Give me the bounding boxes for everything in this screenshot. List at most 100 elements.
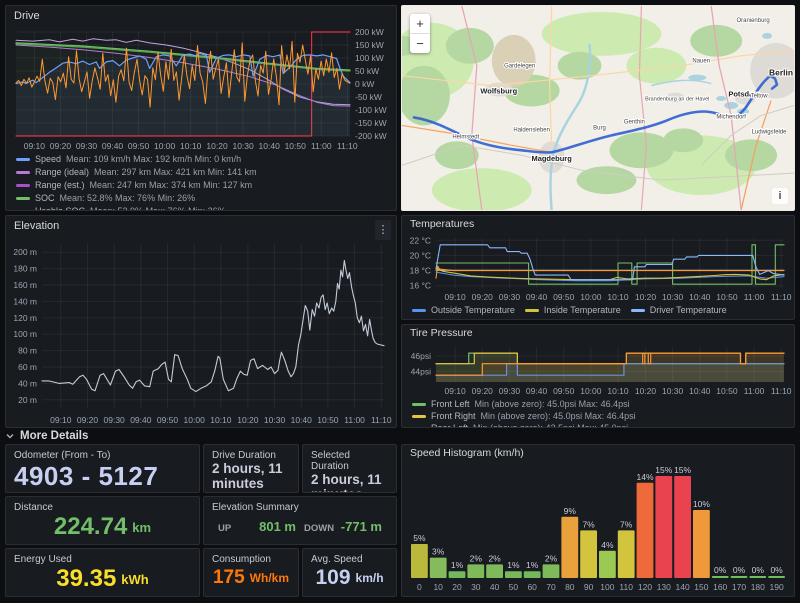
svg-text:09:30: 09:30 bbox=[499, 292, 521, 302]
legend-item-driver-temperature[interactable]: Driver Temperature bbox=[631, 305, 727, 315]
map-zoom-controls: + − bbox=[410, 14, 430, 53]
svg-text:2%: 2% bbox=[488, 553, 501, 563]
svg-text:60: 60 bbox=[527, 582, 537, 592]
svg-text:10:00: 10:00 bbox=[580, 292, 602, 302]
svg-text:15%: 15% bbox=[655, 465, 672, 475]
svg-text:180 m: 180 m bbox=[13, 264, 37, 274]
drive-duration-value: 2 hours, 11 minutes bbox=[212, 461, 290, 491]
city-label-haldensleben: Haldensleben bbox=[513, 127, 550, 133]
svg-text:140: 140 bbox=[676, 582, 690, 592]
series-color-swatch bbox=[412, 309, 426, 312]
legend-item-soc[interactable]: SOCMean: 52.8% Max: 76% Min: 26% bbox=[16, 193, 195, 203]
series-stats: Mean: 53.9% Max: 76% Min: 26% bbox=[90, 206, 226, 211]
series-name: Climate bbox=[556, 318, 587, 320]
dashboard: Drive 09:1009:2009:3009:4009:5010:0010:1… bbox=[0, 0, 800, 603]
svg-text:18 °C: 18 °C bbox=[410, 266, 431, 276]
legend-item-passenger-temperature[interactable]: Passenger Temperature bbox=[412, 318, 527, 320]
legend-item-range-ideal[interactable]: Range (ideal)Mean: 297 km Max: 421 km Mi… bbox=[16, 167, 257, 177]
svg-text:10:20: 10:20 bbox=[237, 415, 259, 425]
legend-item-inside-temperature[interactable]: Inside Temperature bbox=[525, 305, 621, 315]
svg-text:09:20: 09:20 bbox=[77, 415, 99, 425]
panel-title-histogram[interactable]: Speed Histogram (km/h) bbox=[402, 445, 794, 462]
svg-text:1%: 1% bbox=[507, 560, 520, 570]
drive-legend: SpeedMean: 109 km/h Max: 192 km/h Min: 0… bbox=[6, 152, 396, 211]
stat-title: Drive Duration bbox=[212, 450, 290, 461]
row-more-details[interactable]: More Details bbox=[5, 429, 795, 443]
city-label-teltow: Teltow bbox=[751, 94, 769, 100]
legend-item-usable-soc[interactable]: Usable SOCMean: 53.9% Max: 76% Min: 26% bbox=[16, 206, 226, 211]
legend-item-front-left[interactable]: Front LeftMin (above zero): 45.0psi Max:… bbox=[412, 399, 630, 409]
svg-text:0 kW: 0 kW bbox=[355, 79, 374, 89]
svg-text:200 kW: 200 kW bbox=[355, 27, 384, 37]
series-stats: Mean: 297 km Max: 421 km Min: 141 km bbox=[94, 167, 257, 177]
svg-text:15%: 15% bbox=[674, 465, 691, 475]
svg-text:10:30: 10:30 bbox=[232, 141, 254, 151]
tire-chart: 09:1009:2009:3009:4009:5010:0010:1010:20… bbox=[402, 342, 794, 397]
panel-title-temperatures[interactable]: Temperatures bbox=[402, 216, 794, 233]
series-name: Driver Temperature bbox=[650, 305, 727, 315]
series-name: Speed bbox=[35, 154, 61, 164]
series-color-swatch bbox=[412, 415, 426, 418]
svg-text:0: 0 bbox=[417, 582, 422, 592]
stat-title: Energy Used bbox=[14, 554, 191, 565]
legend-item-climate[interactable]: Climate bbox=[537, 318, 587, 320]
panel-title-tire[interactable]: Tire Pressure bbox=[402, 325, 794, 342]
svg-text:3%: 3% bbox=[432, 547, 445, 557]
map-zoom-out-button[interactable]: − bbox=[410, 34, 430, 53]
svg-text:10:30: 10:30 bbox=[662, 386, 684, 396]
stat-avg-speed: Avg. Speed 109 km/h bbox=[302, 548, 397, 597]
svg-text:9%: 9% bbox=[564, 506, 577, 516]
elevation-up-value: 801 m bbox=[259, 519, 296, 534]
svg-text:10:50: 10:50 bbox=[716, 386, 738, 396]
panel-title-elevation[interactable]: Elevation bbox=[6, 216, 396, 236]
legend-item-speed[interactable]: SpeedMean: 109 km/h Max: 192 km/h Min: 0… bbox=[16, 154, 241, 164]
map-attribution-icon[interactable]: i bbox=[772, 188, 788, 204]
svg-text:80 m: 80 m bbox=[18, 346, 37, 356]
series-name: Passenger Temperature bbox=[431, 318, 527, 320]
legend-item-rear-left[interactable]: Rear LeftMin (above zero): 43.5psi Max: … bbox=[412, 423, 628, 428]
map-canvas[interactable]: WolfsburgHelmstedtHaldenslebenGardelegen… bbox=[402, 6, 794, 210]
drive-chart: 09:1009:2009:3009:4009:5010:0010:1010:20… bbox=[6, 26, 396, 152]
svg-text:10:10: 10:10 bbox=[607, 386, 629, 396]
svg-text:40: 40 bbox=[490, 582, 500, 592]
svg-text:150: 150 bbox=[694, 582, 708, 592]
svg-text:10:40: 10:40 bbox=[291, 415, 313, 425]
temperatures-chart: 09:1009:2009:3009:4009:5010:0010:1010:20… bbox=[402, 233, 794, 303]
stat-title: Distance bbox=[14, 502, 191, 513]
svg-text:11:00: 11:00 bbox=[744, 386, 765, 396]
svg-text:200 m: 200 m bbox=[13, 247, 37, 257]
panel-title-drive[interactable]: Drive bbox=[6, 6, 396, 26]
panel-drive: Drive 09:1009:2009:3009:4009:5010:0010:1… bbox=[5, 5, 397, 211]
svg-text:09:50: 09:50 bbox=[128, 141, 150, 151]
svg-text:09:40: 09:40 bbox=[526, 386, 548, 396]
svg-text:11:00: 11:00 bbox=[344, 415, 365, 425]
svg-text:10:20: 10:20 bbox=[206, 141, 228, 151]
legend-item-outside-temperature[interactable]: Outside Temperature bbox=[412, 305, 515, 315]
series-color-swatch bbox=[16, 184, 30, 187]
svg-text:09:50: 09:50 bbox=[553, 386, 575, 396]
legend-item-front-right[interactable]: Front RightMin (above zero): 45.0psi Max… bbox=[412, 411, 636, 421]
series-name: Front Right bbox=[431, 411, 476, 421]
elevation-down-value: -771 m bbox=[341, 519, 382, 534]
energy-value: 39.35 bbox=[56, 565, 116, 593]
series-name: Range (est.) bbox=[35, 180, 85, 190]
svg-text:11:10: 11:10 bbox=[771, 292, 792, 302]
distance-unit: km bbox=[132, 520, 151, 535]
series-stats: Min (above zero): 45.0psi Max: 46.4psi bbox=[475, 399, 630, 409]
svg-text:10:40: 10:40 bbox=[689, 292, 711, 302]
legend-item-range-est[interactable]: Range (est.)Mean: 247 km Max: 374 km Min… bbox=[16, 180, 252, 190]
row-header-label: More Details bbox=[20, 430, 88, 442]
svg-text:10%: 10% bbox=[693, 499, 710, 509]
svg-text:10:00: 10:00 bbox=[580, 386, 602, 396]
city-label-burg: Burg bbox=[593, 125, 606, 131]
city-label-ludwigsfelde: Ludwigsfelde bbox=[752, 129, 788, 135]
city-label-gardelegen: Gardelegen bbox=[504, 64, 535, 70]
svg-text:180: 180 bbox=[751, 582, 765, 592]
legend-item-fan-status[interactable]: Fan status bbox=[596, 318, 657, 320]
city-label-nauen: Nauen bbox=[692, 59, 710, 65]
svg-text:16 °C: 16 °C bbox=[410, 281, 431, 291]
svg-text:2%: 2% bbox=[545, 553, 558, 563]
svg-text:10:30: 10:30 bbox=[264, 415, 286, 425]
svg-text:160 m: 160 m bbox=[13, 280, 37, 290]
map-zoom-in-button[interactable]: + bbox=[410, 14, 430, 34]
